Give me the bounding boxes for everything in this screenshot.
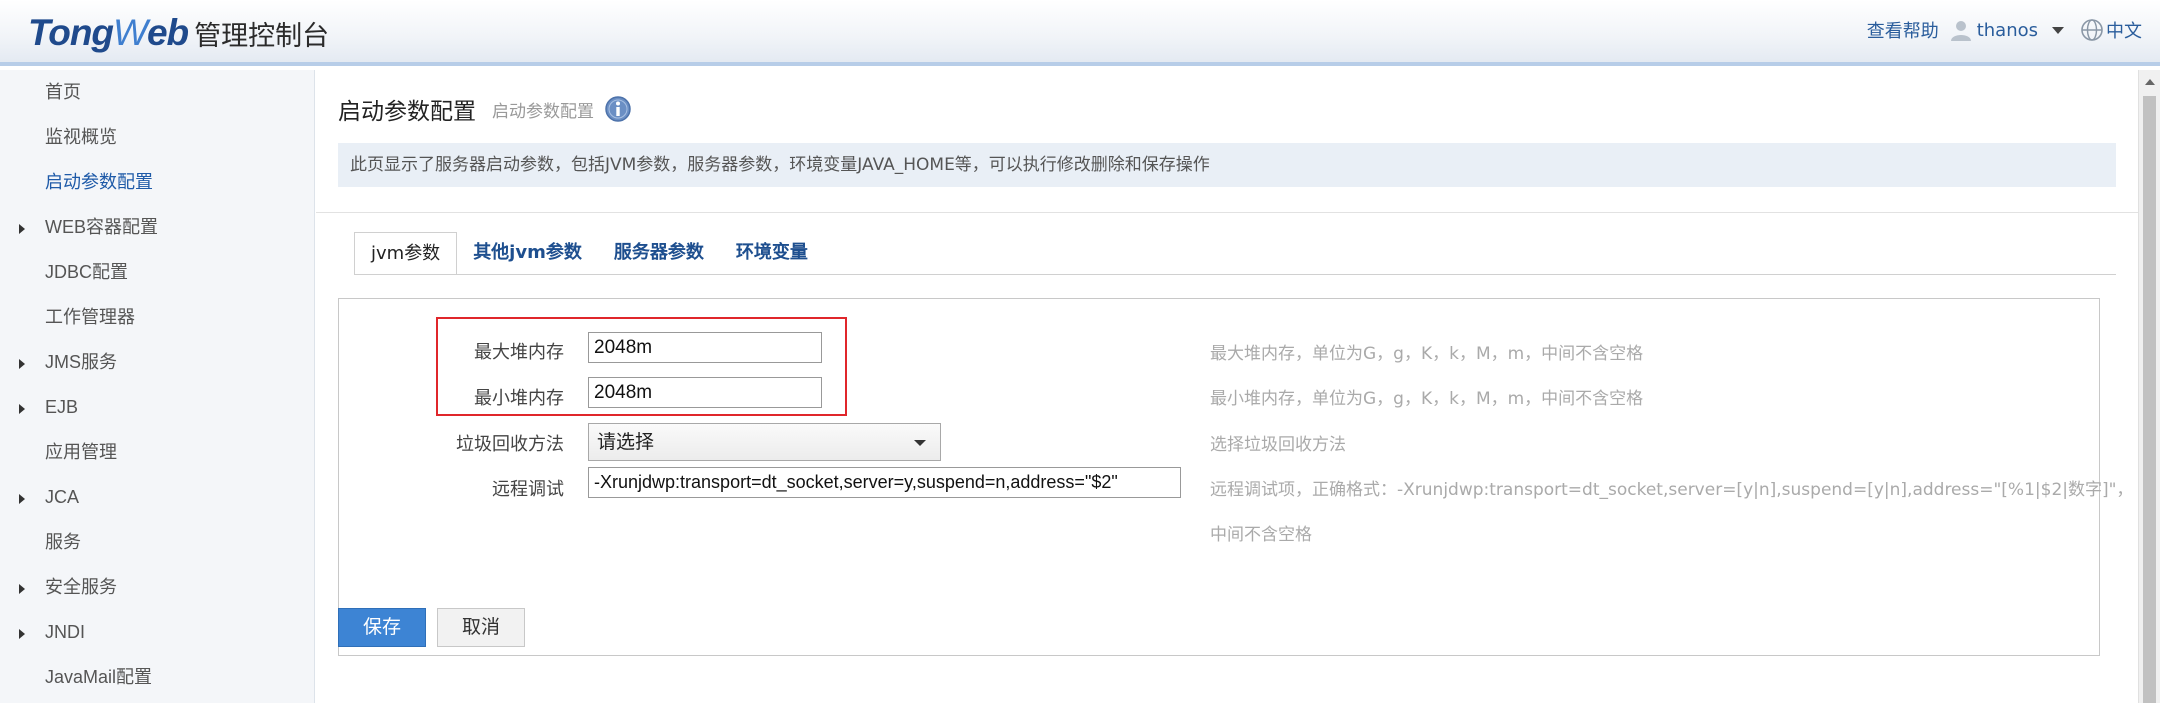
gc-method-value: 请选择 [597,431,655,453]
sidebar-item-home[interactable]: 首页 [0,70,314,115]
max-heap-hint: 最大堆内存，单位为G，g，K，k，M，m，中间不含空格 [1210,344,1644,364]
divider [316,212,2138,213]
tab-underline [354,274,2116,275]
header-toolbar: 查看帮助 thanos 中文 [1867,17,2142,43]
sidebar-item-label: 首页 [45,82,81,103]
vertical-scrollbar[interactable] [2138,70,2160,703]
scroll-thumb[interactable] [2143,96,2156,703]
tab-env-vars[interactable]: 环境变量 [720,232,824,275]
sidebar-item-jndi[interactable]: JNDI [0,610,314,655]
sidebar-item-label: 安全服务 [45,577,117,598]
sidebar-item-app-management[interactable]: 应用管理 [0,430,314,475]
sidebar-item-jdbc[interactable]: JDBC配置 [0,250,314,295]
sidebar-item-startup-params[interactable]: 启动参数配置 [0,160,314,205]
sidebar-item-label: WEB容器配置 [45,217,159,237]
sidebar-item-web-container[interactable]: WEB容器配置 [0,205,314,250]
username-menu[interactable]: thanos [1977,20,2038,41]
caret-down-icon[interactable] [2052,26,2064,34]
remote-debug-hint-line1: 远程调试项，正确格式：-Xrunjdwp:transport=dt_socket… [1210,480,2134,500]
min-heap-label: 最小堆内存 [474,388,564,409]
page-title-text: 启动参数配置 [338,99,476,125]
sidebar-item-label: 应用管理 [45,442,117,463]
sidebar-item-label: JMS服务 [45,352,117,372]
scroll-up-icon[interactable] [2145,79,2155,85]
sidebar: 首页 监视概览 启动参数配置 WEB容器配置 JDBC配置 工作管理器 JMS服… [0,70,315,703]
sidebar-item-monitor[interactable]: 监视概览 [0,115,314,160]
save-button[interactable]: 保存 [338,608,426,647]
logo-brand: TongWeb [28,12,189,53]
user-icon [1950,21,1971,41]
sidebar-item-label: JNDI [45,622,85,642]
expand-arrow-icon[interactable] [19,494,25,504]
gc-method-hint: 选择垃圾回收方法 [1210,435,1346,455]
expand-arrow-icon[interactable] [19,629,25,639]
remote-debug-hint-line2: 中间不含空格 [1210,525,1312,545]
gc-method-select[interactable]: 请选择 [588,423,941,461]
min-heap-hint: 最小堆内存，单位为G，g，K，k，M，m，中间不含空格 [1210,389,1644,409]
sidebar-item-ejb[interactable]: EJB [0,385,314,430]
expand-arrow-icon[interactable] [19,359,25,369]
expand-arrow-icon[interactable] [19,584,25,594]
sidebar-item-label: 监视概览 [45,127,117,148]
sidebar-item-label: 服务 [45,532,81,553]
expand-arrow-icon[interactable] [19,404,25,414]
sidebar-item-label: JDBC配置 [45,262,129,282]
sidebar-item-jca[interactable]: JCA [0,475,314,520]
remote-debug-label: 远程调试 [492,479,564,500]
info-icon[interactable] [604,95,632,123]
console-title: 管理控制台 [194,21,330,52]
tab-other-jvm-params[interactable]: 其他jvm参数 [457,232,598,275]
top-header: TongWeb 管理控制台 查看帮助 thanos 中文 [0,0,2160,66]
sidebar-item-label: JCA [45,487,80,507]
tab-jvm-params[interactable]: jvm参数 [354,232,458,275]
max-heap-label: 最大堆内存 [474,342,564,363]
sidebar-item-work-manager[interactable]: 工作管理器 [0,295,314,340]
sidebar-item-jms[interactable]: JMS服务 [0,340,314,385]
remote-debug-input[interactable]: -Xrunjdwp:transport=dt_socket,server=y,s… [588,467,1181,498]
tongweb-logo[interactable]: TongWeb 管理控制台 [28,12,329,54]
sidebar-item-security[interactable]: 安全服务 [0,565,314,610]
sidebar-item-label: 工作管理器 [45,307,135,328]
page-description: 此页显示了服务器启动参数，包括JVM参数，服务器参数，环境变量JAVA_HOME… [338,143,2116,187]
gc-method-label: 垃圾回收方法 [456,434,564,455]
sidebar-item-services[interactable]: 服务 [0,520,314,565]
breadcrumb: 启动参数配置 [492,101,594,122]
max-heap-input[interactable]: 2048m [588,332,822,363]
expand-arrow-icon[interactable] [19,224,25,234]
sidebar-item-javamail[interactable]: JavaMail配置 [0,655,314,700]
sidebar-item-label: JavaMail配置 [45,667,153,687]
tab-server-params[interactable]: 服务器参数 [598,232,720,275]
sidebar-item-label: EJB [45,397,79,417]
language-switch[interactable]: 中文 [2106,17,2142,43]
cancel-button[interactable]: 取消 [437,608,525,647]
page-title: 启动参数配置 启动参数配置 [338,92,632,126]
sidebar-item-label: 启动参数配置 [45,172,153,193]
help-link[interactable]: 查看帮助 [1867,17,1939,43]
tab-bar: jvm参数 其他jvm参数 服务器参数 环境变量 [354,232,824,275]
globe-icon [2081,19,2103,41]
chevron-down-icon [914,440,926,446]
min-heap-input[interactable]: 2048m [588,377,822,408]
